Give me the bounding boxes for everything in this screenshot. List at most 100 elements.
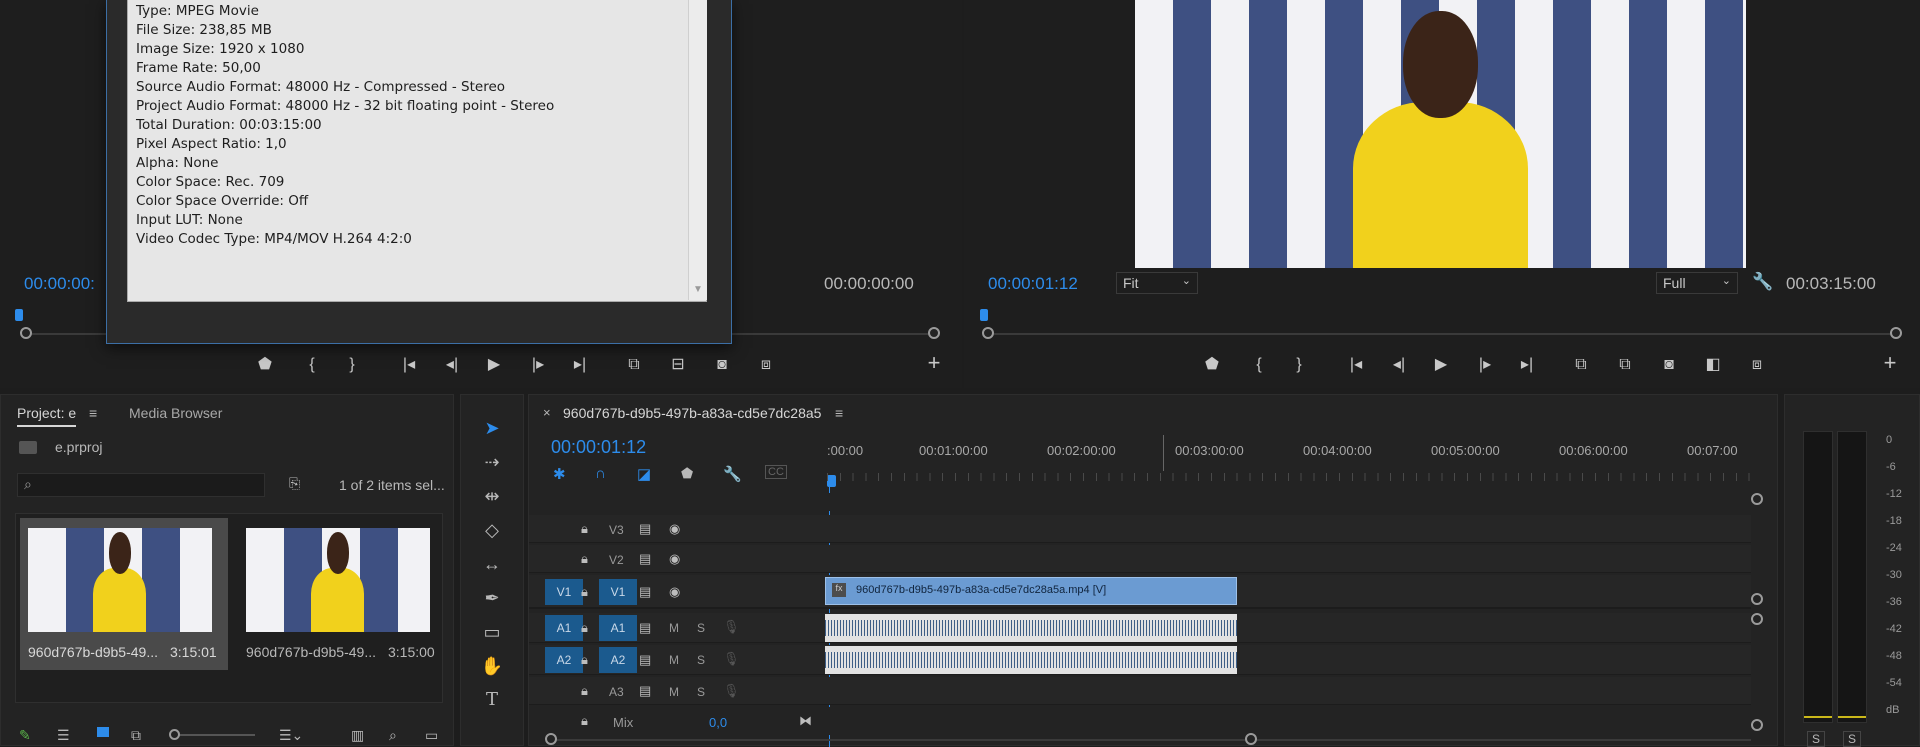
track-name-a3[interactable]: A3	[609, 685, 624, 699]
source-patch-v1[interactable]: V1	[545, 579, 583, 605]
track-name-a1[interactable]: A1	[599, 615, 637, 641]
lock-icon[interactable]: 🔒︎	[581, 683, 588, 699]
overwrite-icon[interactable]: ⊟	[666, 355, 690, 375]
lock-icon[interactable]: 🔒︎	[581, 521, 588, 537]
source-patch-a1[interactable]: A1	[545, 615, 583, 641]
comparison-view-icon[interactable]: ◧	[1701, 355, 1725, 375]
slip-tool-icon[interactable]: ↔	[477, 549, 507, 579]
eye-icon[interactable]: ◉	[669, 521, 680, 537]
pen-tool-icon[interactable]: ✒	[477, 583, 507, 613]
nest-icon[interactable]: ✱	[553, 465, 566, 483]
add-marker-icon[interactable]: ⬟	[253, 355, 277, 375]
linked-selection-icon[interactable]: ◪	[637, 465, 651, 483]
play-icon[interactable]: ▶	[1429, 355, 1453, 375]
export-frame-icon[interactable]: ◙	[1657, 355, 1681, 375]
lock-icon[interactable]: 🔒︎	[581, 584, 588, 600]
project-item-selected[interactable]: 960d767b-d9b5-49... 3:15:01	[20, 518, 228, 670]
mark-in-icon[interactable]: {	[300, 355, 324, 375]
step-back-icon[interactable]: ◂|	[440, 355, 464, 375]
list-view-icon[interactable]: ☰	[57, 727, 70, 744]
mark-in-icon[interactable]: {	[1247, 355, 1271, 375]
video-clip[interactable]: fx 960d767b-d9b5-497b-a83a-cd5e7dc28a5a.…	[825, 577, 1237, 605]
captions-icon[interactable]: CC	[765, 465, 787, 479]
tab-media-browser[interactable]: Media Browser	[129, 405, 222, 421]
automate-icon[interactable]: ▥	[351, 727, 364, 744]
step-forward-icon[interactable]: |▸	[1473, 355, 1497, 375]
button-editor-icon[interactable]: ⧈	[754, 355, 778, 375]
mute-button[interactable]: M	[669, 653, 679, 667]
source-patch-a2[interactable]: A2	[545, 647, 583, 673]
source-zoom-handle-right[interactable]	[928, 327, 940, 339]
timeline-zoom-handle-right[interactable]	[1245, 733, 1257, 745]
export-frame-icon[interactable]: ◙	[710, 355, 734, 375]
eye-icon[interactable]: ◉	[669, 551, 680, 567]
type-tool-icon[interactable]: T	[477, 685, 507, 715]
timeline-timecode[interactable]: 00:00:01:12	[551, 437, 646, 458]
mix-volume[interactable]: 0,0	[709, 715, 727, 730]
add-marker-icon[interactable]: ⬟	[1200, 355, 1224, 375]
source-playhead-marker[interactable]	[15, 309, 23, 321]
go-to-out-icon[interactable]: ▸|	[1515, 355, 1539, 375]
mark-out-icon[interactable]: }	[340, 355, 364, 375]
properties-scrollbar[interactable]: ▼	[688, 0, 707, 300]
program-zoom-bar[interactable]	[988, 333, 1902, 335]
mute-button[interactable]: M	[669, 685, 679, 699]
selection-tool-icon[interactable]: ➤	[477, 413, 507, 443]
vertical-zoom-handle[interactable]	[1751, 719, 1763, 731]
program-timecode[interactable]: 00:00:01:12	[988, 274, 1078, 294]
zoom-slider[interactable]	[169, 729, 255, 740]
solo-button[interactable]: S	[697, 621, 705, 635]
track-name-v2[interactable]: V2	[609, 553, 624, 567]
button-editor-icon[interactable]: ⧈	[1745, 355, 1769, 375]
track-name-v1[interactable]: V1	[599, 579, 637, 605]
freeform-view-icon[interactable]: ⧉	[131, 727, 141, 744]
panel-menu-icon[interactable]: ≡	[835, 405, 843, 421]
rectangle-tool-icon[interactable]: ▭	[477, 617, 507, 647]
panel-menu-icon[interactable]: ≡	[89, 405, 97, 421]
source-zoom-handle-left[interactable]	[20, 327, 32, 339]
lock-icon[interactable]: 🔒︎	[581, 652, 588, 668]
sync-lock-icon[interactable]: ▤	[639, 521, 651, 537]
search-input[interactable]: ⌕	[17, 473, 265, 497]
add-button-icon[interactable]: +	[1878, 352, 1902, 374]
mute-button[interactable]: M	[669, 621, 679, 635]
program-playhead-marker[interactable]	[980, 309, 988, 321]
play-icon[interactable]: ▶	[482, 355, 506, 375]
lock-icon[interactable]: 🔒︎	[581, 713, 588, 729]
track-name-v3[interactable]: V3	[609, 523, 624, 537]
track-select-tool-icon[interactable]: ⇢	[477, 447, 507, 477]
audio-clip-a1[interactable]	[825, 614, 1237, 642]
add-marker-icon[interactable]: ⬟	[681, 465, 693, 482]
time-ruler[interactable]: :00:00 00:01:00:00 00:02:00:00 00:03:00:00 0…	[827, 435, 1751, 528]
audio-clip-a2[interactable]	[825, 646, 1237, 674]
wrench-icon[interactable]: 🔧	[1752, 272, 1773, 292]
new-bin-icon[interactable]: ▭	[425, 727, 438, 744]
lock-icon[interactable]: 🔒︎	[581, 551, 588, 567]
vertical-zoom-handle[interactable]	[1751, 493, 1763, 505]
track-name-a2[interactable]: A2	[599, 647, 637, 673]
lock-icon[interactable]: 🔒︎	[581, 620, 588, 636]
extract-icon[interactable]: ⧉	[1613, 355, 1637, 375]
find-icon[interactable]: ⎘	[289, 475, 300, 492]
solo-button[interactable]: S	[697, 653, 705, 667]
sequence-tab[interactable]: 960d767b-d9b5-497b-a83a-cd5e7dc28a5	[563, 405, 821, 421]
project-item[interactable]: 960d767b-d9b5-49... 3:15:00	[242, 518, 438, 670]
timeline-zoom-handle-left[interactable]	[545, 733, 557, 745]
solo-button[interactable]: S	[697, 685, 705, 699]
sync-lock-icon[interactable]: ▤	[639, 620, 651, 636]
go-to-in-icon[interactable]: |◂	[397, 355, 421, 375]
icon-view-icon[interactable]	[97, 727, 109, 737]
go-to-next-edit-icon[interactable]: ⧓	[799, 713, 812, 729]
add-button-icon[interactable]: +	[922, 352, 946, 374]
insert-icon[interactable]: ⧉	[622, 355, 646, 375]
wrench-icon[interactable]: 🔧	[723, 465, 742, 483]
sync-lock-icon[interactable]: ▤	[639, 652, 651, 668]
pencil-icon[interactable]: ✎	[19, 727, 31, 744]
zoom-slider-handle[interactable]	[169, 729, 180, 740]
lift-icon[interactable]: ⧉	[1569, 355, 1593, 375]
ripple-edit-tool-icon[interactable]: ⇹	[477, 481, 507, 511]
solo-right-button[interactable]: S	[1843, 731, 1861, 747]
go-to-out-icon[interactable]: ▸|	[568, 355, 592, 375]
eye-icon[interactable]: ◉	[669, 584, 680, 600]
timeline-zoom-bar[interactable]	[551, 739, 1751, 741]
